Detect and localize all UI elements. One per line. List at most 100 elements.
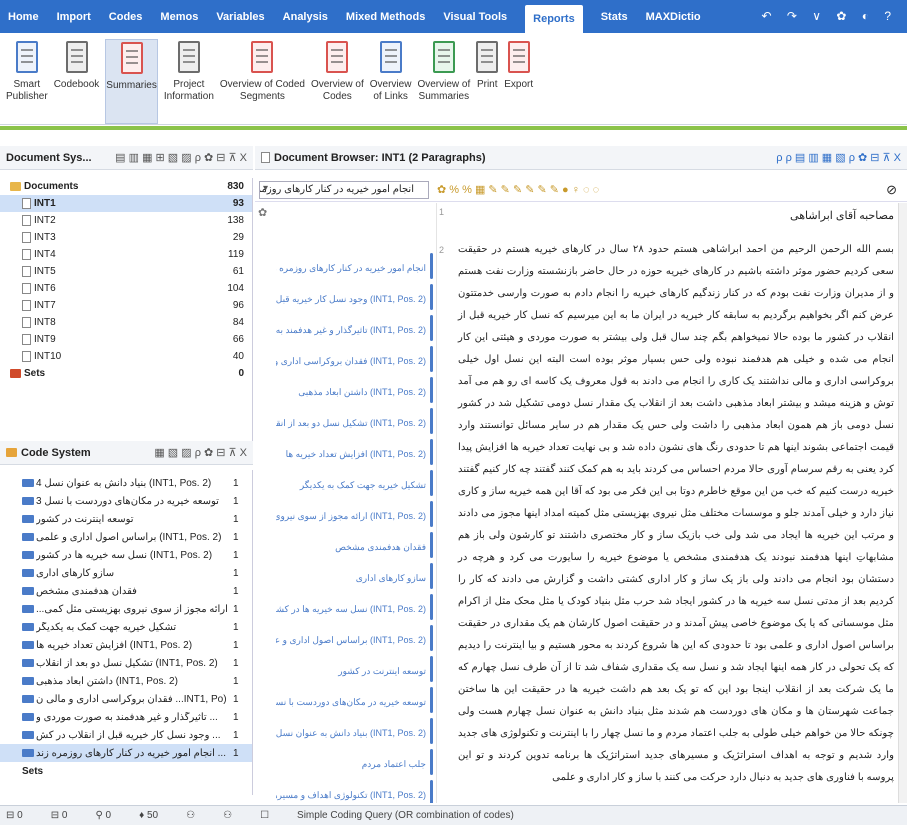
toggle-icon[interactable]: ⊘ [886,182,897,198]
code-item[interactable]: (INT1, Po... فقدان بروکراسی اداری و مالی… [0,690,252,708]
sets-root[interactable]: Sets 0 [0,365,252,382]
document-item[interactable]: INT5 61 [0,263,252,280]
ribbon-button-overview-summaries[interactable]: Overview of Summaries [417,39,470,124]
margin-code-bracket[interactable] [430,253,433,279]
menu-item-reports[interactable]: Reports [525,4,583,33]
ribbon-button-codebook[interactable]: Codebook [54,39,99,124]
margin-code-label[interactable]: تشکیل خیریه جهت کمک به یکدیگر [276,480,426,491]
code-label: تشکیل خیریه جهت کمک به یکدیگر [36,621,177,633]
margin-code-label[interactable]: جلب اعتماد مردم [276,759,426,770]
code-item[interactable]: (INT1, Pos. 2) افزایش تعداد خیریه ها 1 [0,636,252,654]
margin-code-bracket[interactable] [430,284,433,310]
code-item[interactable]: (INT1, Pos. 2) نسل سه خیریه ها در کشور 1 [0,546,252,564]
margin-code-bracket[interactable] [430,687,433,713]
window-controls[interactable]: ↶ ↷ ∨ ✿ ◐ ? [761,9,897,23]
margin-code-label[interactable]: توسعه اینترنت در کشور [276,666,426,677]
ribbon-button-export[interactable]: Export [504,39,533,124]
margin-code-bracket[interactable] [430,470,433,496]
code-filter-select[interactable]: انجام امور خیریه در کنار کارهای روزمره ز… [259,180,429,199]
margin-code-bracket[interactable] [430,501,433,527]
code-item[interactable]: (INT1, Pos. 2) تشکیل نسل دو بعد از انقلا… [0,654,252,672]
menu-item-import[interactable]: Import [57,7,91,27]
documents-root[interactable]: Documents 830 [0,178,252,195]
ribbon-button-print[interactable]: Print [476,39,499,124]
margin-code-label[interactable]: فقدان هدفمندی مشخص [276,542,426,553]
menu-item-visual-tools[interactable]: Visual Tools [443,7,507,27]
margin-code-label[interactable]: توسعه خیریه در مکان‌های دوردست با نسل 3 [276,697,426,708]
menu-item-variables[interactable]: Variables [216,7,264,27]
margin-code-bracket[interactable] [430,749,433,775]
code-item[interactable]: (INT1, Pos. 2) براساس اصول اداری و علمی 1 [0,528,252,546]
margin-code-label[interactable]: (INT1, Pos. 2) داشتن ابعاد مذهبی [276,387,426,398]
margin-code-label[interactable]: (INT1, Pos. 2) بنیاد دانش به عنوان نسل 4 [276,728,426,739]
menu-item-codes[interactable]: Codes [109,7,143,27]
document-item[interactable]: INT6 104 [0,280,252,297]
summaries-icon [120,42,143,74]
ribbon-button-project-information[interactable]: Project Information [164,39,214,124]
margin-code-bracket[interactable] [430,408,433,434]
margin-settings-icon[interactable]: ✿ [258,206,267,219]
margin-code-bracket[interactable] [430,718,433,744]
menu-item-maxdictio[interactable]: MAXDictio [646,7,701,27]
code-item[interactable]: ... تاثیرگذار و غیر هدفمند به صورت موردی… [0,708,252,726]
code-item[interactable]: ارائه مجوز از سوی نیروی بهزیستی مثل کمی.… [0,600,252,618]
menu-item-memos[interactable]: Memos [160,7,198,27]
margin-code-label[interactable]: (INT1, Pos. 2) براساس اصول اداری و علمی [276,635,426,646]
code-color-icon [22,713,34,721]
margin-code-bracket[interactable] [430,532,433,558]
code-item[interactable]: ... انجام امور خیریه در کنار کارهای روزم… [0,744,252,762]
margin-code-label[interactable]: (INT1, Pos. 2) تاثیرگذار و غیر هدفمند به… [276,325,426,336]
margin-code-label[interactable]: (INT1, Pos. 2) ارائه مجوز از سوی نیروی ب… [276,511,426,522]
margin-code-label[interactable]: (INT1, Pos. 2) تکنولوژی اهداف و مسیرهای … [276,790,426,801]
margin-code-bracket[interactable] [430,439,433,465]
margin-code-label[interactable]: (INT1, Pos. 2) تشکیل نسل دو بعد از انقلا… [276,418,426,429]
margin-code-bracket[interactable] [430,656,433,682]
margin-code-bracket[interactable] [430,594,433,620]
code-sets-item[interactable]: Sets [0,762,252,780]
code-item[interactable]: (INT1, Pos. 2) بنیاد دانش به عنوان نسل 4… [0,474,252,492]
margin-code-bracket[interactable] [430,377,433,403]
document-item[interactable]: INT2 138 [0,212,252,229]
document-item[interactable]: INT1 93 [0,195,252,212]
document-item[interactable]: INT7 96 [0,297,252,314]
margin-code-bracket[interactable] [430,563,433,589]
document-browser-tools[interactable]: ρ ρ ▤ ▥ ▦ ▧ ρ ✿ ⊟ ⊼ X [776,151,901,164]
code-system-list: (INT1, Pos. 2) بنیاد دانش به عنوان نسل 4… [0,470,253,795]
menu-item-home[interactable]: Home [8,7,39,27]
ribbon-button-overview-coded-segments[interactable]: Overview of Coded Segments [220,39,305,124]
ribbon-button-summaries[interactable]: Summaries [105,39,158,124]
code-item[interactable]: سازو کارهای اداری 1 [0,564,252,582]
menu-item-mixed-methods[interactable]: Mixed Methods [346,7,425,27]
code-item[interactable]: تشکیل خیریه جهت کمک به یکدیگر 1 [0,618,252,636]
margin-code-bracket[interactable] [430,315,433,341]
ribbon-button-smart-publisher[interactable]: Smart Publisher [6,39,48,124]
code-item[interactable]: ... وجود نسل کار خیریه قبل از انقلاب در … [0,726,252,744]
code-system-tools[interactable]: ▦ ▧ ▨ ρ ✿ ⊟ ⊼ X [154,446,247,459]
document-text[interactable]: مصاحبه آقای ابراشاهی بسم الله الرحمن الر… [452,203,898,803]
document-item[interactable]: INT3 29 [0,229,252,246]
margin-code-bracket[interactable] [430,780,433,803]
document-item[interactable]: INT4 119 [0,246,252,263]
ribbon-button-overview-links[interactable]: Overview of Links [370,39,411,124]
menu-item-analysis[interactable]: Analysis [283,7,328,27]
ribbon-button-overview-codes[interactable]: Overview of Codes [311,39,364,124]
margin-code-label[interactable]: (INT1, Pos. 2) وجود نسل کار خیریه قبل از… [276,294,426,305]
margin-code-label[interactable]: سازو کارهای اداری [276,573,426,584]
menu-item-stats[interactable]: Stats [601,7,628,27]
margin-code-label[interactable]: انجام امور خیریه در کنار کارهای روزمره ز… [276,263,426,274]
document-item[interactable]: INT8 84 [0,314,252,331]
margin-code-label[interactable]: (INT1, Pos. 2) فقدان بروکراسی اداری و ما… [276,356,426,367]
coding-toolbar-icons[interactable]: ✿ % % ▦ ✎ ✎ ✎ ✎ ✎ ✎ ● ♀ ◌ ◌ [437,183,599,196]
code-item[interactable]: (INT1, Pos. 2) داشتن ابعاد مذهبی 1 [0,672,252,690]
code-item[interactable]: توسعه اینترنت در کشور 1 [0,510,252,528]
code-item[interactable]: فقدان هدفمندی مشخص 1 [0,582,252,600]
document-system-tools[interactable]: ▤ ▥ ▦ ⊞ ▧ ▨ ρ ✿ ⊟ ⊼ X [115,151,247,164]
margin-code-label[interactable]: (INT1, Pos. 2) افزایش تعداد خیریه ها [276,449,426,460]
document-item[interactable]: INT10 40 [0,348,252,365]
margin-code-bracket[interactable] [430,625,433,651]
margin-code-bracket[interactable] [430,346,433,372]
code-item[interactable]: توسعه خیریه در مکان‌های دوردست با نسل 3 1 [0,492,252,510]
document-item[interactable]: INT9 66 [0,331,252,348]
margin-code-label[interactable]: (INT1, Pos. 2) نسل سه خیریه ها در کشور [276,604,426,615]
vertical-scrollbar[interactable] [898,203,907,803]
